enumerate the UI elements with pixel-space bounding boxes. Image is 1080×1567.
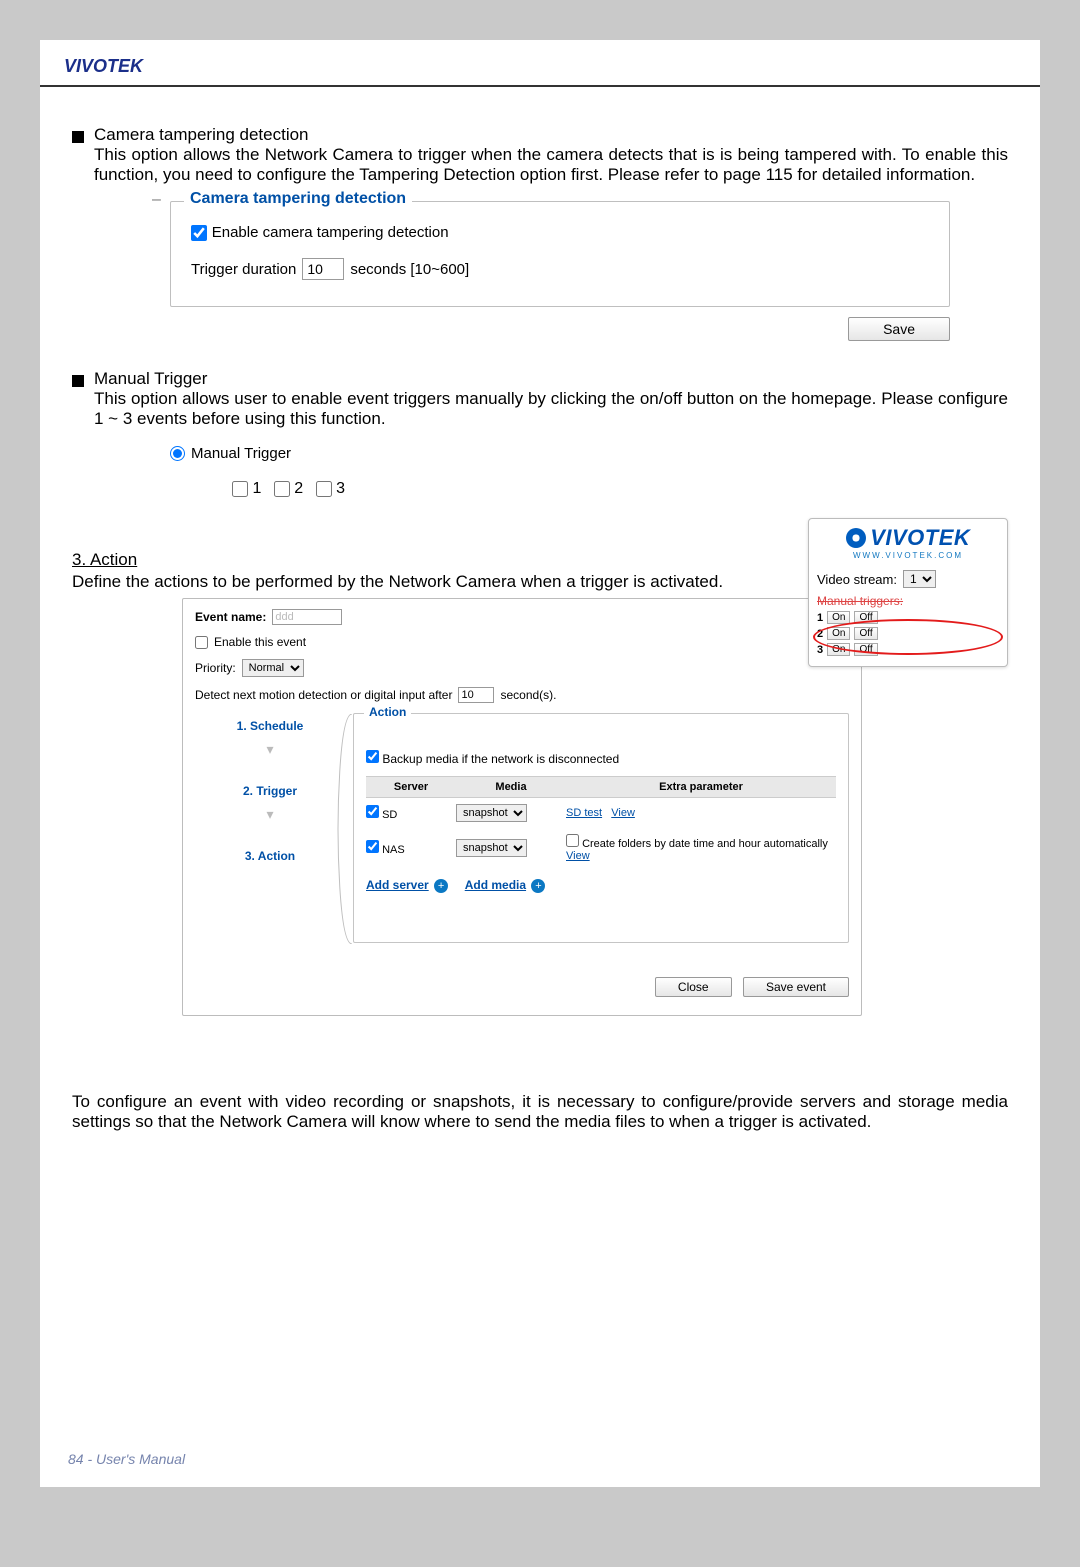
bracket-icon bbox=[334, 714, 354, 944]
create-folders-checkbox[interactable] bbox=[566, 834, 579, 847]
nas-view-link[interactable]: View bbox=[566, 850, 590, 862]
video-widget: VIVOTEK WWW.VIVOTEK.COM Video stream: 1 … bbox=[808, 518, 1008, 667]
mt-checkbox-3[interactable] bbox=[316, 481, 332, 497]
page-footer: 84 - User's Manual bbox=[68, 1451, 185, 1467]
add-media-link[interactable]: Add media bbox=[465, 878, 526, 892]
event-name-input[interactable] bbox=[272, 609, 342, 625]
mt-3-off-button[interactable]: Off bbox=[854, 643, 877, 656]
brand-text: VIVOTEK bbox=[64, 56, 143, 76]
video-stream-label: Video stream: bbox=[817, 572, 897, 587]
event-name-label: Event name: bbox=[195, 610, 266, 624]
add-server-link[interactable]: Add server bbox=[366, 878, 429, 892]
mt-1-off-button[interactable]: Off bbox=[854, 611, 877, 624]
enable-event-checkbox[interactable] bbox=[195, 636, 208, 649]
bullet-icon bbox=[72, 375, 84, 387]
nas-media-select[interactable]: snapshot bbox=[456, 839, 527, 857]
sd-test-link[interactable]: SD test bbox=[566, 807, 602, 819]
mt-row-2: 2 bbox=[817, 628, 823, 640]
mt-3: 3 bbox=[336, 480, 345, 497]
sd-media-select[interactable]: snapshot bbox=[456, 804, 527, 822]
priority-label: Priority: bbox=[195, 661, 236, 675]
nas-checkbox[interactable] bbox=[366, 840, 379, 853]
trigger-duration-label: Trigger duration bbox=[191, 261, 296, 278]
logo-text: VIVOTEK bbox=[870, 525, 970, 550]
mt-2-on-button[interactable]: On bbox=[827, 627, 850, 640]
create-folders-label: Create folders by date time and hour aut… bbox=[582, 838, 828, 850]
mt-2: 2 bbox=[294, 480, 303, 497]
arrow-down-icon: ▾ bbox=[195, 806, 345, 823]
th-server: Server bbox=[366, 777, 456, 797]
plus-icon: + bbox=[434, 879, 448, 893]
enable-event-label: Enable this event bbox=[214, 635, 306, 649]
note-paragraph: To configure an event with video recordi… bbox=[72, 1092, 1008, 1132]
mt-row-1: 1 bbox=[817, 612, 823, 624]
logo-subtext: WWW.VIVOTEK.COM bbox=[817, 551, 999, 560]
manual-trigger-radio[interactable] bbox=[170, 446, 185, 461]
backup-media-checkbox[interactable] bbox=[366, 750, 379, 763]
th-media: Media bbox=[456, 777, 566, 797]
mt-1: 1 bbox=[252, 480, 261, 497]
detect-interval-input[interactable] bbox=[458, 687, 494, 703]
mt-row-3: 3 bbox=[817, 644, 823, 656]
save-button[interactable]: Save bbox=[848, 317, 950, 341]
trigger-duration-input[interactable] bbox=[302, 258, 344, 280]
detect-label-pre: Detect next motion detection or digital … bbox=[195, 688, 452, 702]
action-heading: 3. Action bbox=[72, 550, 137, 569]
sd-label: SD bbox=[382, 809, 397, 821]
step-trigger[interactable]: 2. Trigger bbox=[195, 784, 345, 798]
section1-title: Camera tampering detection bbox=[94, 125, 1008, 145]
mt-checkbox-2[interactable] bbox=[274, 481, 290, 497]
plus-icon: + bbox=[531, 879, 545, 893]
sd-view-link[interactable]: View bbox=[611, 807, 635, 819]
tampering-legend: Camera tampering detection bbox=[184, 190, 412, 208]
collapse-icon[interactable]: – bbox=[152, 191, 166, 205]
detect-label-post: second(s). bbox=[500, 688, 556, 702]
enable-tampering-label: Enable camera tampering detection bbox=[212, 224, 449, 241]
manual-triggers-label: Manual triggers: bbox=[817, 594, 999, 608]
mt-2-off-button[interactable]: Off bbox=[854, 627, 877, 640]
trigger-duration-suffix: seconds [10~600] bbox=[350, 261, 469, 278]
th-extra: Extra parameter bbox=[566, 777, 836, 797]
nas-label: NAS bbox=[382, 844, 405, 856]
sd-checkbox[interactable] bbox=[366, 805, 379, 818]
action-legend: Action bbox=[364, 705, 411, 719]
manual-trigger-label: Manual Trigger bbox=[191, 445, 291, 462]
mt-checkbox-1[interactable] bbox=[232, 481, 248, 497]
bullet-icon bbox=[72, 131, 84, 143]
mt-3-on-button[interactable]: On bbox=[827, 643, 850, 656]
enable-tampering-checkbox[interactable] bbox=[191, 225, 207, 241]
section1-body: This option allows the Network Camera to… bbox=[94, 145, 1008, 185]
save-event-button[interactable]: Save event bbox=[743, 977, 849, 997]
step-action[interactable]: 3. Action bbox=[195, 849, 345, 863]
close-button[interactable]: Close bbox=[655, 977, 732, 997]
step-schedule[interactable]: 1. Schedule bbox=[195, 719, 345, 733]
section2-title: Manual Trigger bbox=[94, 369, 1008, 389]
eye-icon bbox=[846, 528, 866, 548]
event-dialog: Event name: Enable this event Priority: … bbox=[182, 598, 862, 1016]
backup-media-label: Backup media if the network is disconnec… bbox=[382, 752, 619, 766]
video-stream-select[interactable]: 1 bbox=[903, 570, 936, 588]
arrow-down-icon: ▾ bbox=[195, 741, 345, 758]
mt-1-on-button[interactable]: On bbox=[827, 611, 850, 624]
section2-body: This option allows user to enable event … bbox=[94, 389, 1008, 429]
priority-select[interactable]: Normal bbox=[242, 659, 304, 677]
